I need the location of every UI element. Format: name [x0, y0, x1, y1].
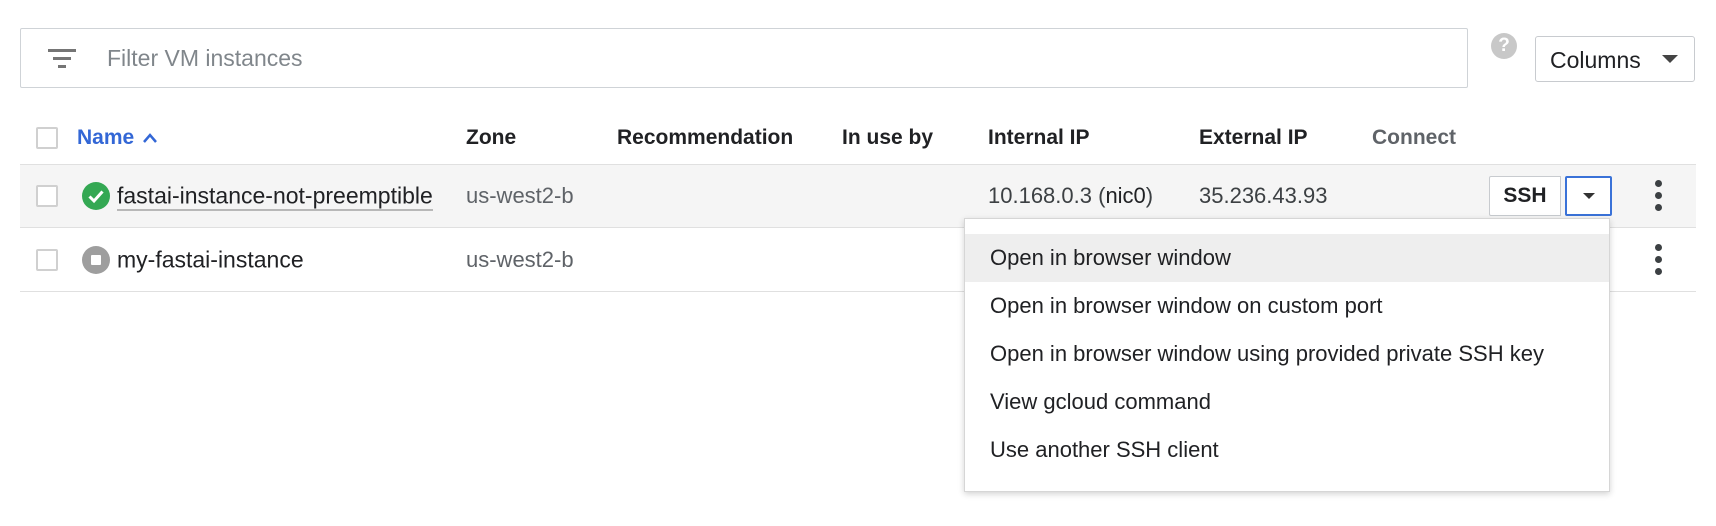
instance-name-link[interactable]: my-fastai-instance — [117, 246, 304, 272]
zone-cell: us-west2-b — [466, 183, 574, 208]
stopped-circle-icon — [82, 245, 110, 274]
ssh-dropdown-button[interactable] — [1565, 176, 1612, 216]
row-checkbox[interactable] — [36, 185, 58, 207]
ssh-options-menu: Open in browser window Open in browser w… — [964, 218, 1610, 492]
internal-ip-cell: 10.168.0.3 (nic0) — [988, 183, 1153, 209]
columns-button-label: Columns — [1550, 47, 1641, 73]
column-header-internal-ip[interactable]: Internal IP — [988, 126, 1090, 150]
menu-item-use-another-ssh-client[interactable]: Use another SSH client — [965, 426, 1609, 474]
column-header-in-use-by[interactable]: In use by — [842, 126, 933, 150]
instance-name-link[interactable]: fastai-instance-not-preemptible — [117, 182, 433, 211]
external-ip-cell: 35.236.43.93 — [1199, 183, 1328, 208]
instance-name-cell: my-fastai-instance — [117, 246, 304, 273]
internal-ip-paren-close: ) — [1145, 183, 1154, 208]
caret-down-icon — [1662, 55, 1678, 63]
ssh-button[interactable]: SSH — [1489, 176, 1561, 216]
column-header-external-ip[interactable]: External IP — [1199, 126, 1308, 150]
column-header-recommendation[interactable]: Recommendation — [617, 126, 793, 150]
internal-ip-address: 10.168.0.3 — [988, 183, 1092, 208]
instance-name-cell: fastai-instance-not-preemptible — [117, 182, 433, 211]
menu-item-open-in-browser-window[interactable]: Open in browser window — [965, 234, 1609, 282]
columns-button[interactable]: Columns — [1535, 36, 1695, 82]
column-header-zone[interactable]: Zone — [466, 126, 516, 150]
help-icon[interactable]: ? — [1491, 33, 1517, 59]
more-vert-icon[interactable] — [1652, 180, 1666, 212]
select-all-checkbox[interactable] — [36, 127, 58, 149]
zone-cell: us-west2-b — [466, 246, 574, 272]
filter-list-icon[interactable] — [48, 47, 78, 71]
table-header-row: Name Zone Recommendation In use by Inter… — [20, 112, 1696, 164]
menu-item-view-gcloud-command[interactable]: View gcloud command — [965, 378, 1609, 426]
filter-bar — [20, 28, 1468, 88]
filter-vm-instances-input[interactable] — [105, 39, 1447, 77]
menu-item-open-on-custom-port[interactable]: Open in browser window on custom port — [965, 282, 1609, 330]
sort-up-icon — [143, 133, 158, 144]
column-header-name[interactable]: Name — [77, 126, 158, 150]
network-interface-link[interactable]: nic0 — [1105, 183, 1145, 208]
more-vert-icon[interactable] — [1652, 243, 1666, 276]
row-checkbox[interactable] — [36, 248, 58, 271]
menu-item-open-with-private-ssh-key[interactable]: Open in browser window using provided pr… — [965, 330, 1609, 378]
check-circle-icon — [82, 182, 110, 210]
caret-down-icon — [1583, 193, 1595, 199]
column-header-name-label: Name — [77, 126, 135, 149]
column-header-connect: Connect — [1372, 126, 1456, 149]
